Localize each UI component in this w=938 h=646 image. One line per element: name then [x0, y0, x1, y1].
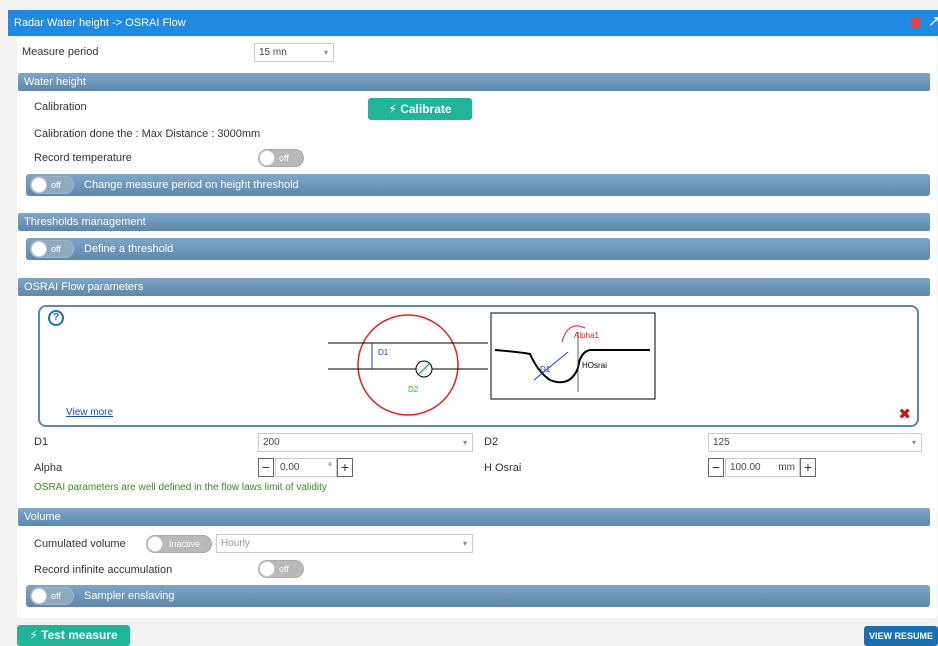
alpha-value: 0.00: [280, 462, 300, 473]
water-height-header: Water height: [18, 73, 930, 91]
window-title-bar: Radar Water height -> OSRAI Flow ↗: [8, 10, 938, 36]
hosrai-input[interactable]: 100.00 mm: [725, 458, 800, 477]
d1-value: 200: [263, 437, 280, 448]
define-threshold-row: off Define a threshold: [26, 238, 930, 260]
measure-period-select[interactable]: 15 mn ▾: [254, 43, 334, 62]
d1-select[interactable]: 200 ▾: [258, 433, 473, 452]
osrai-header: OSRAI Flow parameters: [18, 278, 930, 296]
d2-label: D2: [484, 436, 499, 448]
alpha-stepper[interactable]: − 0.00 ° +: [258, 458, 353, 477]
record-temperature-label: Record temperature: [34, 152, 132, 164]
toggle-knob: [31, 588, 47, 604]
minus-icon[interactable]: −: [258, 458, 274, 477]
alpha-input[interactable]: 0.00 °: [275, 458, 337, 477]
flash-icon: ⚡: [29, 628, 42, 642]
calibrate-button-label: Calibrate: [400, 102, 452, 116]
d1-label: D1: [34, 436, 49, 448]
sampler-enslaving-toggle[interactable]: off: [30, 587, 74, 605]
change-period-row: off Change measure period on height thre…: [26, 174, 930, 196]
channel-frame: [490, 312, 656, 400]
sampler-enslaving-row: off Sampler enslaving: [26, 585, 930, 607]
view-more-link[interactable]: View more: [66, 407, 113, 418]
toggle-state: off: [279, 153, 289, 163]
d2-select[interactable]: 125 ▾: [708, 433, 922, 452]
measure-period-label: Measure period: [22, 46, 99, 58]
hosrai-text: HOsrai: [582, 361, 607, 370]
pipe-section-diagram: D1 D2: [328, 314, 488, 416]
thresholds-header: Thresholds management: [18, 213, 930, 231]
sampler-enslaving-label: Sampler enslaving: [84, 590, 175, 602]
change-period-toggle[interactable]: off: [30, 176, 74, 194]
plus-icon[interactable]: +: [337, 458, 353, 477]
d2-value: 125: [713, 437, 730, 448]
outer-pipe: [357, 314, 459, 416]
toggle-knob: [259, 561, 275, 577]
test-measure-button[interactable]: ⚡ Test measure: [17, 625, 130, 646]
d1-right-text: D1: [540, 365, 551, 374]
toggle-knob: [147, 536, 163, 552]
measure-period-value: 15 mn: [259, 47, 287, 58]
toggle-knob: [31, 177, 47, 193]
chevron-down-icon: ▾: [462, 438, 467, 447]
test-measure-label: Test measure: [41, 628, 118, 642]
toggle-state: off: [279, 564, 289, 574]
window-title: Radar Water height -> OSRAI Flow: [14, 17, 186, 29]
infinite-accumulation-toggle[interactable]: off: [258, 560, 304, 578]
close-icon[interactable]: ✖: [898, 405, 911, 423]
alpha-unit: °: [328, 462, 332, 473]
alpha-label: Alpha: [34, 462, 63, 474]
minus-icon[interactable]: −: [708, 458, 724, 477]
toggle-knob: [259, 150, 275, 166]
cumulated-volume-label: Cumulated volume: [34, 538, 126, 550]
help-icon[interactable]: ?: [48, 310, 64, 326]
validity-message: OSRAI parameters are well defined in the…: [34, 482, 327, 493]
toggle-state: off: [51, 244, 61, 254]
alpha-text: Alpha1: [574, 331, 599, 340]
view-resume-label: VIEW RESUME: [868, 631, 933, 641]
define-threshold-label: Define a threshold: [84, 243, 174, 255]
d1-text: D1: [378, 348, 389, 357]
toggle-state: off: [51, 180, 61, 190]
change-period-label: Change measure period on height threshol…: [84, 179, 299, 191]
cumulated-period-select[interactable]: Hourly ▾: [216, 534, 473, 553]
infinite-accumulation-label: Record infinite accumulation: [34, 564, 173, 576]
flash-icon: ⚡: [388, 102, 401, 116]
record-temperature-toggle[interactable]: off: [258, 149, 304, 167]
volume-header: Volume: [18, 508, 930, 526]
hosrai-unit: mm: [778, 462, 795, 473]
toggle-state: Inactive: [169, 539, 201, 549]
view-resume-button[interactable]: VIEW RESUME: [864, 626, 938, 646]
hosrai-value: 100.00: [730, 462, 761, 473]
chevron-down-icon: ▾: [462, 539, 467, 548]
hosrai-label: H Osrai: [484, 462, 522, 474]
plus-icon[interactable]: +: [800, 458, 816, 477]
trash-icon[interactable]: [911, 17, 920, 28]
d2-text: D2: [408, 385, 419, 394]
osrai-diagram-box: ? D1 D2 HOsrai Alpha1 D1 View more ✖: [38, 305, 919, 427]
cumulated-period-value: Hourly: [221, 538, 250, 549]
chevron-down-icon: ▾: [323, 48, 328, 57]
toggle-state: off: [51, 591, 61, 601]
calibration-info: Calibration done the : Max Distance : 30…: [34, 128, 261, 140]
chevron-down-icon: ▾: [911, 438, 916, 447]
toggle-knob: [31, 241, 47, 257]
channel-section-diagram: HOsrai Alpha1 D1: [490, 312, 656, 400]
hosrai-stepper[interactable]: − 100.00 mm +: [708, 458, 816, 477]
define-threshold-toggle[interactable]: off: [30, 240, 74, 258]
calibration-label: Calibration: [34, 101, 87, 113]
calibrate-button[interactable]: ⚡ Calibrate: [368, 98, 472, 120]
wrench-icon[interactable]: ↗: [928, 13, 938, 31]
cumulated-volume-toggle[interactable]: Inactive: [146, 535, 212, 553]
